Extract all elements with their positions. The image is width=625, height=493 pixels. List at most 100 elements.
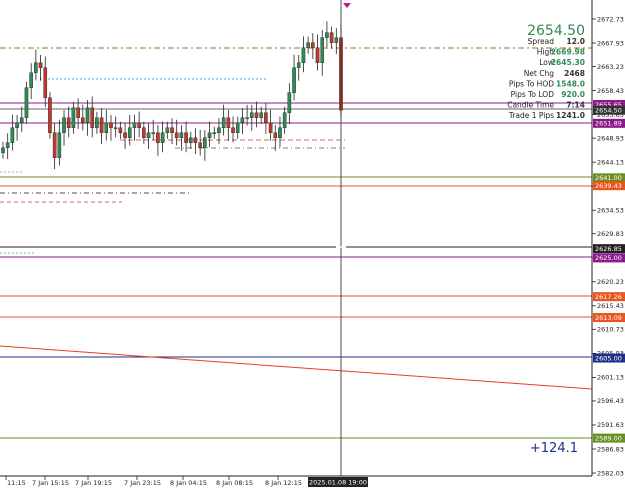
candle-body [132, 122, 137, 128]
price-tag-label: 2654.50 [595, 107, 622, 115]
candle-body [188, 137, 193, 143]
candle-body [217, 127, 221, 133]
candle-body [287, 92, 292, 113]
info-row-label: Pips To LOD [511, 90, 555, 99]
candle-body [24, 87, 29, 118]
info-panel: Spread 12.0High2669.98Low2645.30Net Chg 24… [507, 37, 585, 120]
price-tag-label: 2589.00 [595, 434, 622, 442]
candle-body [268, 122, 273, 133]
candle-body [19, 117, 24, 123]
price-tick-label: 2648.93 [597, 134, 624, 142]
candle-body [10, 127, 15, 143]
candle-body [292, 67, 296, 93]
info-row-label: Pips To HOD [509, 79, 554, 88]
info-row-label: Trade 1 Pips [508, 111, 554, 120]
time-tick-label: 7 Jan 19:15 [75, 479, 112, 487]
price-tick-label: 2658.43 [597, 87, 624, 95]
candle-body [95, 117, 99, 128]
info-row-label: Spread [528, 37, 555, 46]
candle-body [137, 122, 141, 128]
price-tag-label: 2641.00 [595, 174, 622, 182]
info-row-value: 1548.0 [556, 79, 585, 88]
price-tag-label: 2639.43 [595, 182, 622, 190]
time-tick-label: 8 Jan 12:15 [265, 479, 302, 487]
candle-body [184, 132, 188, 143]
candle-body [170, 127, 174, 133]
candle-body [38, 62, 43, 68]
candle-body [15, 122, 19, 128]
time-axis[interactable]: 11:15 7 Jan 15:15 7 Jan 19:15 7 Jan 23:15 8 … [5, 476, 302, 487]
candle-body [156, 132, 160, 143]
info-row-value: 2669.98 [551, 48, 585, 57]
info-row-label: Net Chg [524, 69, 555, 78]
candle-body [109, 122, 113, 128]
price-tick-label: 2591.63 [597, 421, 624, 429]
info-row-value: 2645.30 [551, 58, 585, 67]
candle-body [278, 127, 282, 138]
price-tag-label: 2651.89 [595, 120, 622, 128]
candle-body [296, 62, 301, 68]
price-tick-label: 2601.13 [597, 374, 624, 382]
price-tick-label: 2634.53 [597, 207, 624, 215]
candle-body [165, 127, 170, 133]
candle-body [76, 107, 80, 118]
candle-body [240, 117, 245, 123]
candle-body [160, 132, 165, 143]
info-row-value: 2468 [564, 69, 585, 78]
candle-body [282, 112, 287, 128]
cursor-marker-icon [343, 3, 351, 8]
price-level-tags: 2655.652654.502651.892641.002639.432626.… [593, 99, 625, 443]
candle-body [193, 137, 198, 143]
candle-body [203, 137, 207, 148]
time-tick-label: 8 Jan 04:15 [170, 479, 207, 487]
price-tag-label: 2613.09 [595, 314, 622, 322]
price-tick-label: 2620.23 [597, 278, 624, 286]
price-tag-label: 2625.00 [595, 254, 622, 262]
price-tick-label: 2663.23 [597, 63, 624, 71]
info-row-value: 1241.0 [556, 111, 585, 120]
candle-body [231, 127, 235, 133]
candle-body [212, 132, 217, 134]
price-tick-label: 2644.13 [597, 158, 624, 166]
info-row-value: 12.0 [566, 37, 585, 46]
candles [1, 21, 343, 170]
candle-body [250, 112, 254, 118]
candle-body [81, 117, 85, 123]
candle-body [48, 97, 52, 133]
price-tick-label: 2610.73 [597, 326, 624, 334]
candle-body [221, 117, 226, 128]
candle-body [311, 42, 315, 48]
candle-body [1, 147, 5, 153]
price-tag-label: 2605.00 [595, 354, 622, 362]
price-tick-label: 2672.73 [597, 15, 624, 23]
profit-value: +124.1 [530, 441, 578, 456]
price-tick-label: 2596.43 [597, 397, 624, 405]
candle-body [235, 122, 240, 133]
candle-body [62, 117, 66, 133]
candle-body [5, 142, 10, 148]
candle-body [85, 107, 90, 123]
price-tag-label: 2626.85 [595, 245, 622, 253]
price-chart[interactable]: 2672.732667.932663.232658.432653.632648.… [0, 0, 625, 493]
candle-body [118, 127, 123, 133]
time-tick-label: 8 Jan 08:15 [216, 479, 253, 487]
candle-body [301, 47, 306, 63]
candle-body [99, 117, 104, 133]
candle-body [315, 47, 320, 63]
info-row-value: 7:14 [566, 101, 585, 110]
candle-body [104, 122, 109, 133]
candle-body [306, 42, 310, 48]
price-tag-label: 2617.26 [595, 293, 622, 301]
candle-body [52, 132, 57, 159]
candle-body [273, 132, 278, 138]
price-tick-label: 2667.93 [597, 39, 624, 47]
candle-body [259, 112, 263, 118]
candle-body [66, 117, 71, 128]
candle-body [34, 62, 38, 73]
candle-body [179, 132, 184, 138]
candle-body [174, 132, 179, 138]
candle-body [329, 32, 334, 43]
candle-body [325, 32, 329, 38]
trendline[interactable] [0, 345, 593, 390]
info-row-label: Candle Time [507, 101, 554, 110]
